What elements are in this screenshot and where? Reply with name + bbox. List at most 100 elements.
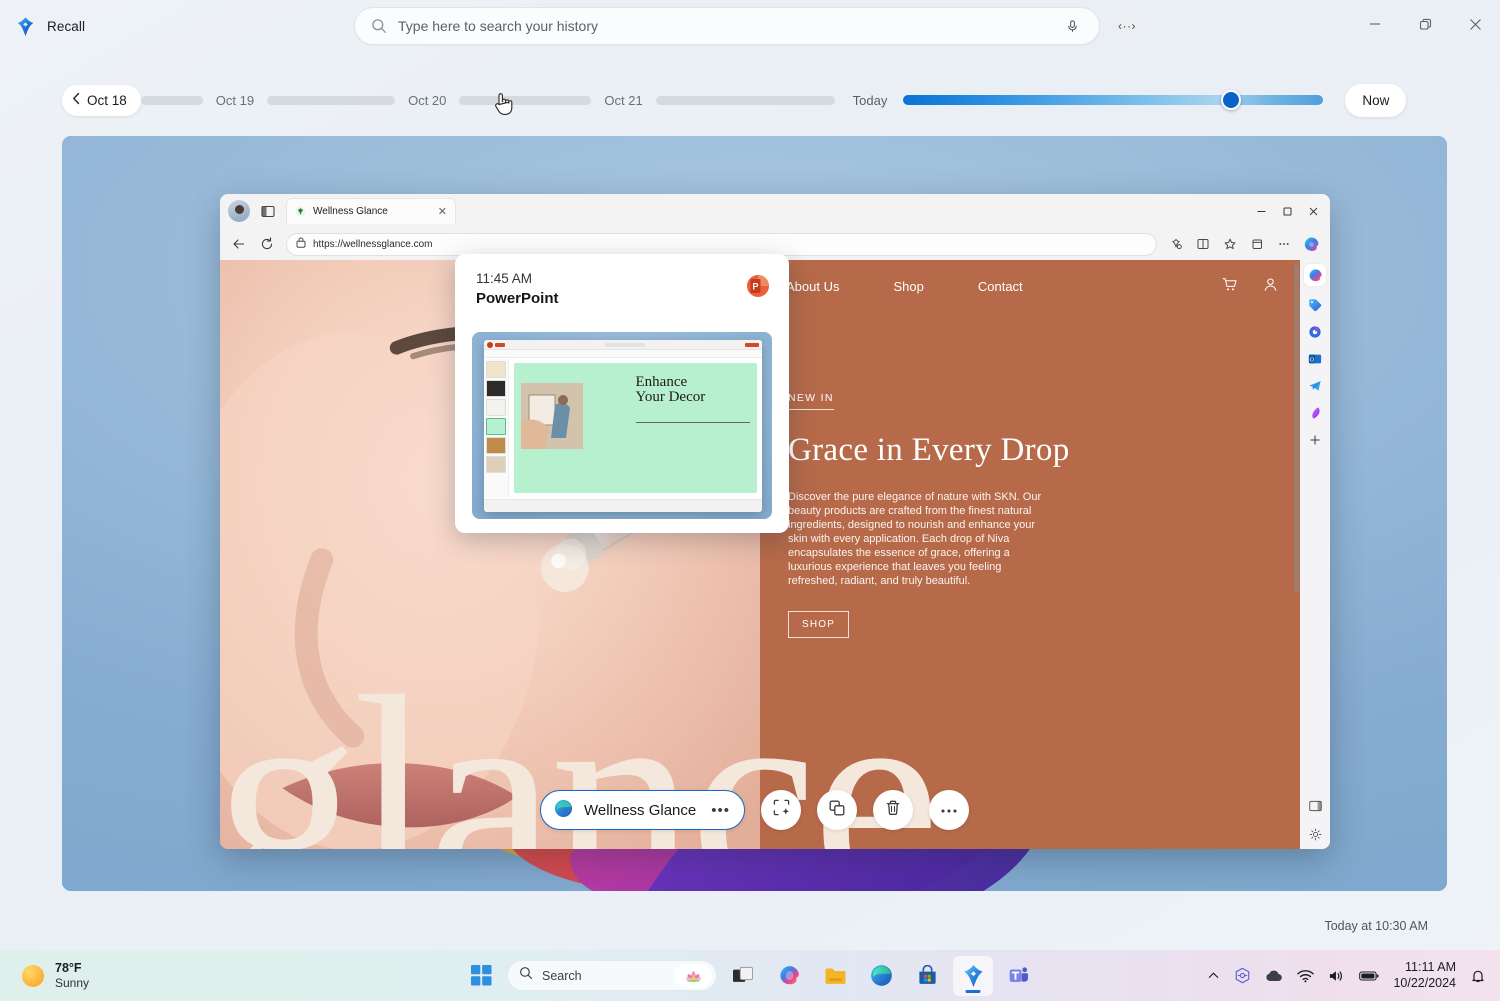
timeline-scrubber[interactable]: Oct 18 Oct 19 Oct 20 Oct 21 Today Now: [0, 80, 1500, 120]
timeline-segment[interactable]: [656, 96, 835, 105]
designer-icon[interactable]: [1307, 404, 1324, 421]
settings-more-icon[interactable]: [1275, 235, 1293, 253]
minimize-icon[interactable]: [1248, 197, 1274, 225]
restore-icon[interactable]: [1274, 197, 1300, 225]
windows-start-icon[interactable]: [461, 956, 501, 996]
browser-tab[interactable]: Wellness Glance ✕: [286, 198, 456, 224]
close-icon[interactable]: [1450, 0, 1500, 48]
minimize-icon[interactable]: [1350, 0, 1400, 48]
site-nav-about-us[interactable]: About Us: [786, 279, 839, 294]
timeline-segment[interactable]: [141, 96, 203, 105]
close-icon[interactable]: ✕: [438, 205, 447, 218]
slide-title: EnhanceYour Decor: [636, 375, 706, 406]
edge-window-controls: [1248, 194, 1326, 228]
timeline-day-oct21[interactable]: Oct 21: [591, 93, 655, 108]
slide-thumbnail[interactable]: [486, 437, 506, 454]
teams-icon[interactable]: [999, 956, 1039, 996]
timeline-segment[interactable]: [459, 96, 591, 105]
restore-icon[interactable]: [1400, 0, 1450, 48]
timeline-today-label: Today: [835, 93, 904, 108]
account-icon[interactable]: [1263, 277, 1278, 295]
source-app-more-icon[interactable]: •••: [707, 802, 730, 819]
powerpoint-ribbon: [484, 350, 762, 358]
slide-thumbnail[interactable]: [486, 456, 506, 473]
source-app-pill[interactable]: Wellness Glance •••: [540, 790, 745, 830]
timeline-segment[interactable]: [267, 96, 395, 105]
close-icon[interactable]: [1300, 197, 1326, 225]
site-nav-contact[interactable]: Contact: [978, 279, 1023, 294]
windows-taskbar: 78°F Sunny Search: [0, 950, 1500, 1001]
slide-thumbnail[interactable]: [486, 418, 506, 435]
click-to-do-button[interactable]: [761, 790, 801, 830]
copilot-icon[interactable]: [1302, 235, 1320, 253]
bell-icon[interactable]: [1470, 968, 1486, 984]
microphone-icon[interactable]: [1059, 13, 1085, 39]
hero-shop-button[interactable]: SHOP: [788, 611, 849, 638]
chevron-left-icon[interactable]: [72, 92, 81, 108]
trash-icon: [884, 799, 902, 822]
hero-headline: Grace in Every Drop: [788, 432, 1270, 469]
favorites-icon[interactable]: [1221, 235, 1239, 253]
search-options-button[interactable]: ‹··›: [1110, 9, 1144, 43]
weather-temperature: 78°F: [55, 961, 89, 975]
wifi-icon[interactable]: [1297, 969, 1314, 983]
slide-thumbnail[interactable]: [486, 399, 506, 416]
timeline-preview-card[interactable]: 11:45 AM PowerPoint P: [455, 254, 789, 533]
cloud-icon[interactable]: [1265, 969, 1283, 983]
hero-eyebrow: NEW IN: [788, 392, 834, 410]
collections-add-icon[interactable]: [1248, 235, 1266, 253]
copy-button[interactable]: [817, 790, 857, 830]
copilot-alt-icon[interactable]: [1307, 323, 1324, 340]
split-screen-icon[interactable]: [1194, 235, 1212, 253]
slide-thumbnail[interactable]: [486, 380, 506, 397]
search-icon: [371, 18, 387, 34]
timeline-day-oct19[interactable]: Oct 19: [203, 93, 267, 108]
slide-thumbnail[interactable]: [486, 361, 506, 378]
task-view-icon[interactable]: [723, 956, 763, 996]
hexagon-icon[interactable]: [1234, 967, 1251, 984]
site-nav-shop[interactable]: Shop: [893, 279, 923, 294]
volume-icon[interactable]: [1328, 969, 1345, 983]
recall-icon[interactable]: [953, 956, 993, 996]
lotus-icon[interactable]: [674, 964, 712, 988]
slide-image: [521, 383, 583, 449]
add-icon[interactable]: [1307, 431, 1324, 448]
timeline-slider-thumb[interactable]: [1221, 90, 1241, 110]
system-tray: 11:11 AM 10/22/2024: [1207, 960, 1486, 991]
more-options-button[interactable]: [929, 790, 969, 830]
outlook-icon[interactable]: O: [1307, 350, 1324, 367]
back-arrow-icon[interactable]: [230, 235, 248, 253]
chevron-up-icon[interactable]: [1207, 969, 1220, 982]
timeline-slider-track: [903, 95, 1323, 105]
timeline-slider[interactable]: [903, 95, 1323, 105]
split-screen-icon[interactable]: [258, 201, 278, 221]
refresh-icon[interactable]: [258, 235, 276, 253]
timeline-current-day[interactable]: Oct 18: [62, 85, 141, 116]
now-button[interactable]: Now: [1345, 84, 1406, 117]
store-icon[interactable]: [907, 956, 947, 996]
timeline-day-oct20[interactable]: Oct 20: [395, 93, 459, 108]
cart-icon[interactable]: [1222, 277, 1237, 295]
search-input[interactable]: [387, 18, 1059, 34]
site-permissions-icon[interactable]: [296, 237, 306, 251]
battery-icon[interactable]: [1359, 970, 1379, 982]
search-box[interactable]: [354, 7, 1100, 45]
taskbar-search-box[interactable]: Search: [507, 960, 717, 991]
snapshot-action-bar: Wellness Glance •••: [62, 785, 1447, 835]
avatar[interactable]: [228, 200, 250, 222]
copilot-icon[interactable]: [1304, 264, 1326, 286]
delete-button[interactable]: [873, 790, 913, 830]
weather-widget[interactable]: 78°F Sunny: [0, 961, 230, 990]
telegram-icon[interactable]: [1307, 377, 1324, 394]
collections-icon[interactable]: [1167, 235, 1185, 253]
shopping-icon[interactable]: [1307, 296, 1324, 313]
address-bar[interactable]: https://wellnessglance.com: [286, 233, 1157, 256]
title-bar: Recall ‹··›: [0, 0, 1500, 52]
edge-icon[interactable]: [861, 956, 901, 996]
taskbar-clock[interactable]: 11:11 AM 10/22/2024: [1393, 960, 1456, 991]
snapshot-stage[interactable]: Wellness Glance ✕: [62, 136, 1447, 891]
folder-icon[interactable]: [815, 956, 855, 996]
hero-panel: About Us Shop Contact: [760, 260, 1300, 849]
copilot-icon[interactable]: [769, 956, 809, 996]
page-scrollbar[interactable]: [1294, 262, 1299, 592]
